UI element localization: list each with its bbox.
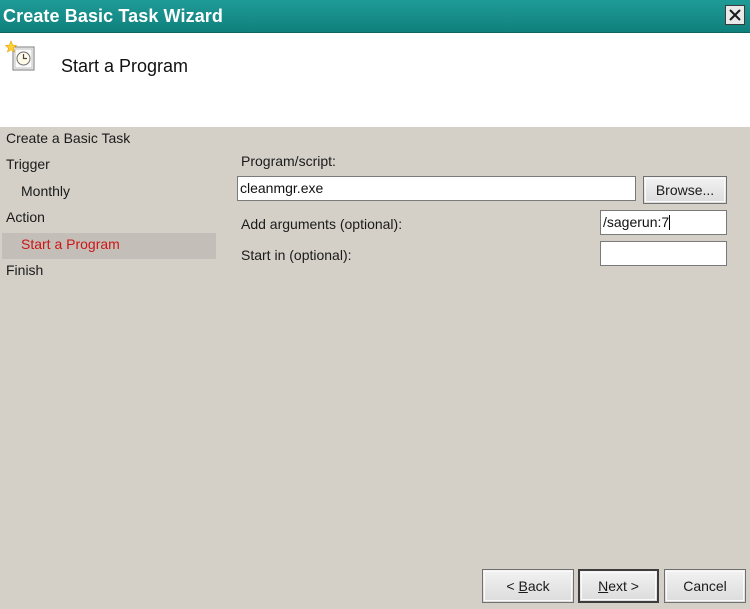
browse-label: Browse — [655, 182, 703, 198]
nav-item-finish[interactable]: Finish — [6, 261, 43, 279]
start-in-input[interactable] — [600, 241, 727, 266]
close-icon — [729, 9, 741, 21]
add-arguments-label: Add arguments (optional): — [241, 216, 403, 232]
nav-item-action[interactable]: Action — [6, 208, 45, 226]
clock-star-icon — [5, 40, 35, 71]
title-bar: Create Basic Task Wizard — [0, 0, 750, 33]
start-in-label: Start in (optional): — [241, 247, 352, 263]
cancel-label: Cancel — [683, 578, 727, 594]
page-title: Start a Program — [61, 56, 189, 76]
nav-item-start-a-program[interactable]: Start a Program — [21, 235, 120, 253]
add-arguments-input[interactable]: /sagerun:7 — [600, 210, 727, 235]
close-button[interactable] — [725, 5, 745, 25]
next-button[interactable]: Next > — [578, 569, 659, 603]
wizard-header: Start a Program — [0, 33, 750, 127]
nav-item-monthly[interactable]: Monthly — [21, 182, 70, 200]
cancel-button[interactable]: Cancel — [664, 569, 746, 603]
nav-item-create-basic-task[interactable]: Create a Basic Task — [6, 129, 130, 147]
window-title: Create Basic Task Wizard — [3, 6, 223, 26]
program-script-input[interactable]: cleanmgr.exe — [237, 176, 636, 201]
program-script-label: Program/script: — [241, 153, 336, 169]
add-arguments-value: /sagerun:7 — [603, 214, 670, 230]
nav-item-trigger[interactable]: Trigger — [6, 155, 50, 173]
browse-button[interactable]: Browse... — [643, 176, 727, 204]
program-script-value: cleanmgr.exe — [240, 180, 324, 196]
back-button[interactable]: < Back — [482, 569, 574, 603]
text-caret — [669, 215, 671, 230]
